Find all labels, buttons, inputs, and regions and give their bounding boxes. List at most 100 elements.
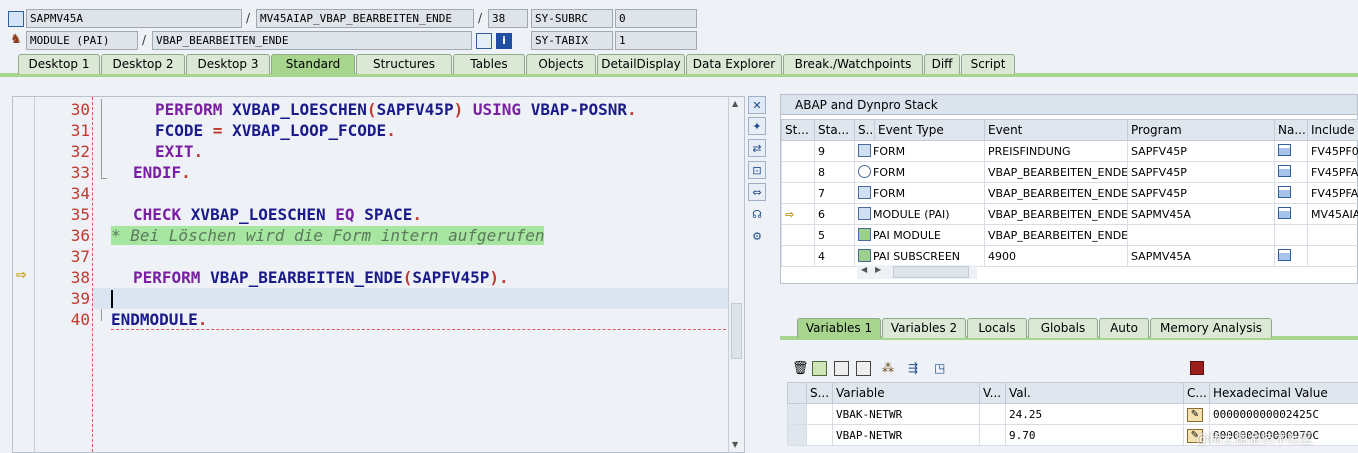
line-number: 39 [70,289,90,308]
tab-memory-analysis[interactable]: Memory Analysis [1150,318,1272,338]
stack-table: St... Sta... S... Event Type Event Progr… [781,119,1358,267]
col-s[interactable]: S... [854,119,875,141]
line-number: 36 [70,226,90,245]
col-status[interactable]: S... [806,382,833,404]
col-navigation[interactable]: Na... [1274,119,1308,141]
code-line-30: PERFORM XVBAP_LOESCHEN(SAPFV45P) USING V… [155,100,637,119]
delete-icon[interactable]: 🗑 [792,361,809,376]
code-line-40: ENDMODULE. [111,310,208,329]
source-icon [1278,143,1291,156]
line-number: 38 [70,268,90,287]
tab-break-watchpoints[interactable]: Break./Watchpoints [783,54,923,74]
source-icon [1278,248,1291,261]
stack-title: ABAP and Dynpro Stack [781,95,1357,115]
col-value[interactable]: Val. [1005,382,1184,404]
line-number: 37 [70,247,90,266]
insert-icon[interactable] [812,361,827,376]
table-row[interactable]: 7 FORM VBAP_BEARBEITEN_ENDE SAPFV45P FV45PF… [781,182,1358,204]
sy-tabix-value: 1 [615,31,697,50]
fullscreen-icon[interactable]: ⊡ [748,161,766,179]
screen-icon [858,228,871,241]
current-line-arrow-icon: ⇨ [16,268,27,283]
breakpoint-gutter[interactable]: ⇨ [13,97,35,452]
table-row[interactable]: ⇨ 6 MODULE (PAI) VBAP_BEARBEITEN_ENDE SAPMV… [781,203,1358,225]
stack-hscroll[interactable]: ◀ ▶ [857,265,977,279]
select-icon[interactable]: ◳ [934,361,945,375]
services-icon[interactable]: ☊ [748,205,766,223]
tab-desktop-1[interactable]: Desktop 1 [18,54,100,74]
tab-variables-2[interactable]: Variables 2 [882,318,966,338]
line-number: 30 [70,100,90,119]
code-line-35: CHECK XVBAP_LOESCHEN EQ SPACE. [133,205,423,224]
watermark: @稀土掘金技术社区 [1196,432,1314,447]
col-hex-value[interactable]: Hexadecimal Value [1209,382,1358,404]
abap-dynpro-stack: ABAP and Dynpro Stack St... Sta... S... … [780,94,1358,284]
col-event[interactable]: Event [984,119,1128,141]
screen-icon [858,249,871,262]
code-area[interactable]: PERFORM XVBAP_LOESCHEN(SAPFV45P) USING V… [93,97,731,452]
form-icon [858,144,871,157]
tab-globals[interactable]: Globals [1028,318,1098,338]
program-icon [8,11,24,27]
line-field: 38 [488,9,528,28]
new-tool-icon[interactable]: ✦ [748,117,766,135]
event-type-field: MODULE (PAI) [26,31,138,50]
transfer-icon[interactable]: ⇶ [908,361,918,375]
source-icon [1278,206,1291,219]
col-program[interactable]: Program [1127,119,1275,141]
current-arrow-icon: ⇨ [785,207,795,221]
save-icon[interactable] [1190,361,1204,375]
include-field: MV45AIAP_VBAP_BEARBEITEN_ENDE [256,9,474,28]
tab-tables[interactable]: Tables [453,54,525,74]
form-perform-icon [858,165,871,178]
info-icon[interactable]: i [496,33,512,49]
sy-tabix-label: SY-TABIX [531,31,613,50]
hierarchy-icon[interactable]: ⁂ [882,361,894,375]
tab-locals[interactable]: Locals [967,318,1027,338]
tab-structures[interactable]: Structures [356,54,452,74]
table-row[interactable]: 8 FORM VBAP_BEARBEITEN_ENDE SAPFV45P FV45PF… [781,161,1358,183]
resize-icon[interactable]: ⇔ [748,183,766,201]
table-row[interactable]: 5 PAI MODULE VBAP_BEARBEITEN_ENDE [781,224,1358,246]
close-icon[interactable]: ✕ [748,96,766,114]
tab-data-explorer[interactable]: Data Explorer [686,54,782,74]
sy-subrc-label: SY-SUBRC [531,9,613,28]
settings-icon[interactable]: ⚙ [748,227,766,245]
source-icon [1278,185,1291,198]
col-include[interactable]: Include [1307,119,1358,141]
form-icon [858,186,871,199]
col-status[interactable]: St... [781,119,815,141]
line-numbers: 30 31 32 33 34 35 36 37 38 39 40 [35,97,93,452]
line-number: 34 [70,184,90,203]
col-variable[interactable]: Variable [832,382,980,404]
tab-detail-display[interactable]: DetailDisplay [597,54,685,74]
module-icon [858,207,871,220]
tab-variables-1[interactable]: Variables 1 [797,318,881,338]
code-line-33: ENDIF. [133,163,191,182]
edit-pencil-icon[interactable]: ✎ [1187,407,1203,422]
col-event-type[interactable]: Event Type [874,119,985,141]
append-icon[interactable] [834,361,849,376]
table-row[interactable]: 4 PAI SUBSCREEN 4900 SAPMV45A [781,245,1358,267]
source-icon [1278,164,1291,177]
editor-scrollbar[interactable]: ▲ ▼ [728,97,744,452]
tab-desktop-3[interactable]: Desktop 3 [186,54,270,74]
code-line-36: * Bei Löschen wird die Form intern aufge… [111,226,545,245]
line-number: 40 [70,310,90,329]
table-row[interactable]: 9FORM PREISFINDUNGSAPFV45PFV45PF0P [781,140,1358,162]
col-stack-level[interactable]: Sta... [814,119,855,141]
col-change[interactable]: C... [1183,382,1210,404]
copy-icon[interactable] [856,361,871,376]
tab-auto[interactable]: Auto [1099,318,1149,338]
source-editor[interactable]: ⇨ 30 31 32 33 34 35 36 37 38 39 40 PERFO… [12,96,745,453]
table-row[interactable]: VBAK-NETWR 24.25 ✎ 000000000002425C [787,403,1358,425]
swap-tool-icon[interactable]: ⇄ [748,139,766,157]
tab-script[interactable]: Script [961,54,1015,74]
display-icon[interactable] [476,33,492,49]
tab-desktop-2[interactable]: Desktop 2 [101,54,185,74]
tab-objects[interactable]: Objects [526,54,596,74]
tab-standard[interactable]: Standard [271,54,355,74]
event-name-field: VBAP_BEARBEITEN_ENDE [152,31,472,50]
col-v[interactable]: V... [979,382,1006,404]
tab-diff[interactable]: Diff [924,54,960,74]
